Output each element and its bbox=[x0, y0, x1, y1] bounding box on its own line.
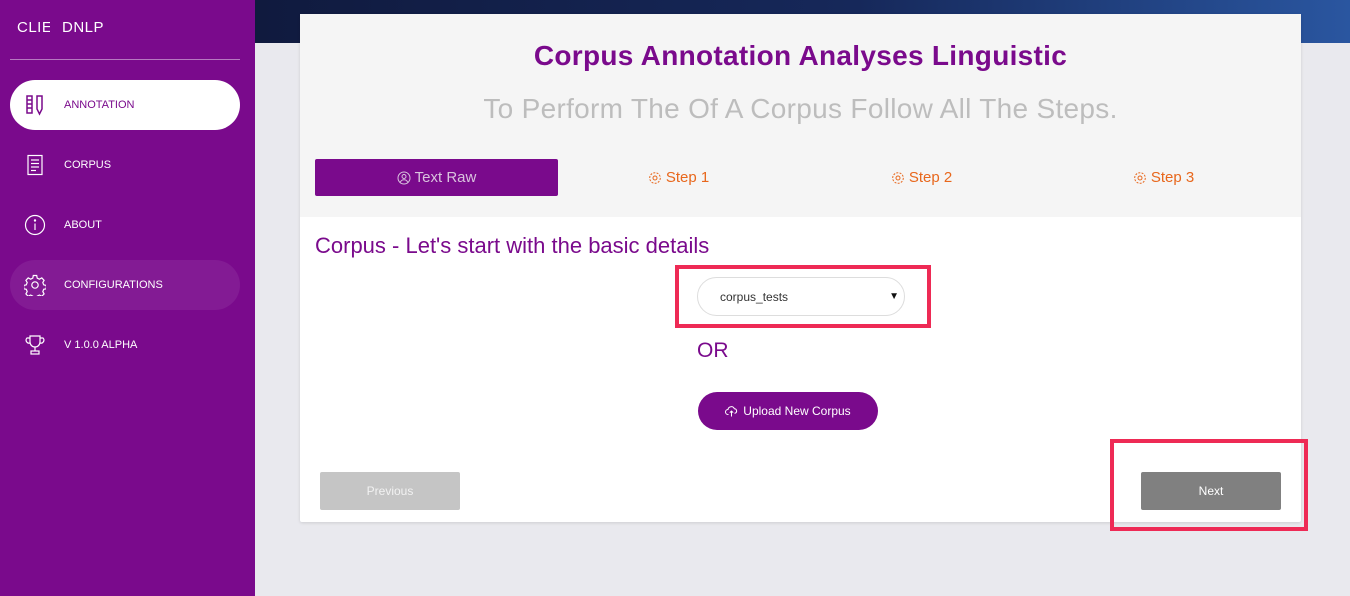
sidebar-item-label: V 1.0.0 ALPHA bbox=[64, 339, 138, 351]
info-icon bbox=[24, 213, 46, 237]
page-title: Corpus Annotation Analyses Linguistic bbox=[533, 40, 1068, 71]
section-title: Corpus - Let's start with the basic deta… bbox=[315, 233, 710, 258]
corpus-select-value: corpus_tests bbox=[720, 289, 789, 304]
face-icon bbox=[397, 171, 411, 185]
sidebar-item-label: ABOUT bbox=[64, 219, 102, 231]
gear-icon bbox=[1133, 171, 1147, 185]
trophy-icon bbox=[24, 333, 46, 357]
previous-button[interactable]: Previous bbox=[320, 472, 460, 510]
gear-icon bbox=[24, 273, 46, 297]
sidebar-item-label: CONFIGURATIONS bbox=[64, 279, 163, 291]
gear-icon bbox=[891, 171, 905, 185]
annotation-icon bbox=[24, 93, 46, 117]
next-button[interactable]: Next bbox=[1141, 472, 1281, 510]
tab-label: Step 1 bbox=[665, 169, 710, 186]
wizard-card: Corpus Annotation Analyses Linguistic To… bbox=[300, 14, 1301, 522]
page-subtitle: To Perform The Of A Corpus Follow All Th… bbox=[483, 93, 1118, 124]
caret-down-icon: ▼ bbox=[889, 291, 899, 302]
brand-part-2: DNLP bbox=[62, 19, 105, 36]
sidebar-item-label: CORPUS bbox=[64, 159, 112, 171]
brand-part-1: CLIENT bbox=[17, 19, 50, 36]
gear-icon bbox=[648, 171, 662, 185]
upload-corpus-button[interactable]: Upload New Corpus bbox=[698, 392, 878, 430]
cloud-upload-icon bbox=[725, 405, 738, 417]
wizard-header: Corpus Annotation Analyses Linguistic To… bbox=[300, 14, 1301, 217]
tab-step-2[interactable]: Step 2 bbox=[800, 159, 1043, 196]
tab-step-3[interactable]: Step 3 bbox=[1042, 159, 1285, 196]
corpus-select[interactable]: corpus_tests ▼ bbox=[697, 277, 905, 316]
sidebar-item-version[interactable]: V 1.0.0 ALPHA bbox=[10, 320, 240, 370]
brand-logo: CLIENT DNLP bbox=[17, 19, 104, 36]
brand-divider bbox=[10, 59, 240, 60]
sidebar-item-corpus[interactable]: CORPUS bbox=[10, 140, 240, 190]
tab-label: Step 2 bbox=[908, 169, 953, 186]
upload-corpus-label: Upload New Corpus bbox=[743, 404, 851, 418]
tab-step-1[interactable]: Step 1 bbox=[557, 159, 800, 196]
sidebar: CLIENT DNLP ANNOTATION CORPUS bbox=[0, 0, 255, 596]
tab-label: Text Raw bbox=[414, 169, 477, 186]
tab-text-raw[interactable]: Text Raw bbox=[315, 159, 558, 196]
or-separator: OR bbox=[697, 339, 729, 362]
sidebar-item-configurations[interactable]: CONFIGURATIONS bbox=[10, 260, 240, 310]
tab-label: Step 3 bbox=[1150, 169, 1195, 186]
sidebar-item-annotation[interactable]: ANNOTATION bbox=[10, 80, 240, 130]
sidebar-item-label: ANNOTATION bbox=[64, 99, 135, 111]
sidebar-item-about[interactable]: ABOUT bbox=[10, 200, 240, 250]
document-icon bbox=[24, 153, 46, 177]
